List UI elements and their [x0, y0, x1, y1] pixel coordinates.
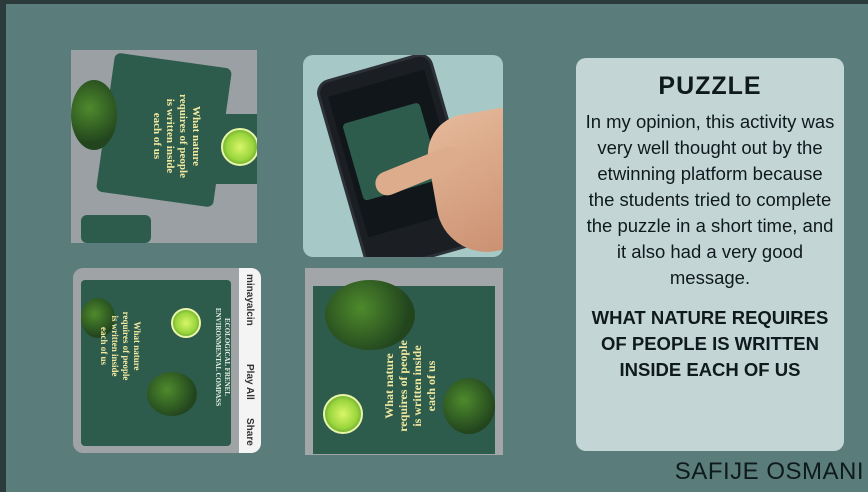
compass-badge-icon: [323, 394, 363, 434]
slide: What nature requires of people is writte…: [6, 4, 868, 492]
app-side-bar: minayalcin Play All Share: [239, 268, 261, 453]
puzzle-text: What nature requires of people is writte…: [151, 94, 202, 178]
board-title: ECOLOGICAL FRENEL ENVIRONMENTAL COMPASS: [214, 307, 231, 407]
card-body: In my opinion, this activity was very we…: [585, 111, 835, 288]
photo-puzzle-print: What nature requires of people is writte…: [305, 268, 503, 455]
share-button[interactable]: Share: [244, 418, 255, 446]
play-all-button[interactable]: Play All: [244, 364, 255, 400]
card-message: WHAT NATURE REQUIRES OF PEOPLE IS WRITTE…: [591, 307, 829, 380]
puzzle-text: What nature requires of people is writte…: [382, 340, 438, 432]
puzzle-text: What nature requires of people is writte…: [99, 311, 142, 381]
compass-badge-icon: [171, 308, 201, 338]
compass-badge-icon: [221, 128, 257, 166]
photo-phone-puzzle: [303, 55, 503, 257]
text-card: PUZZLE In my opinion, this activity was …: [576, 58, 844, 451]
card-title: PUZZLE: [658, 72, 762, 100]
photo-puzzle-pieces: What nature requires of people is writte…: [71, 50, 257, 243]
tree-illustration: [443, 378, 495, 434]
side-username[interactable]: minayalcin: [244, 274, 255, 326]
tree-illustration: [71, 80, 117, 150]
author-name: SAFIJE OSMANI: [674, 458, 864, 485]
photo-completed-puzzle: What nature requires of people is writte…: [73, 268, 261, 453]
tree-illustration: [147, 372, 197, 416]
puzzle-piece: [81, 215, 151, 243]
